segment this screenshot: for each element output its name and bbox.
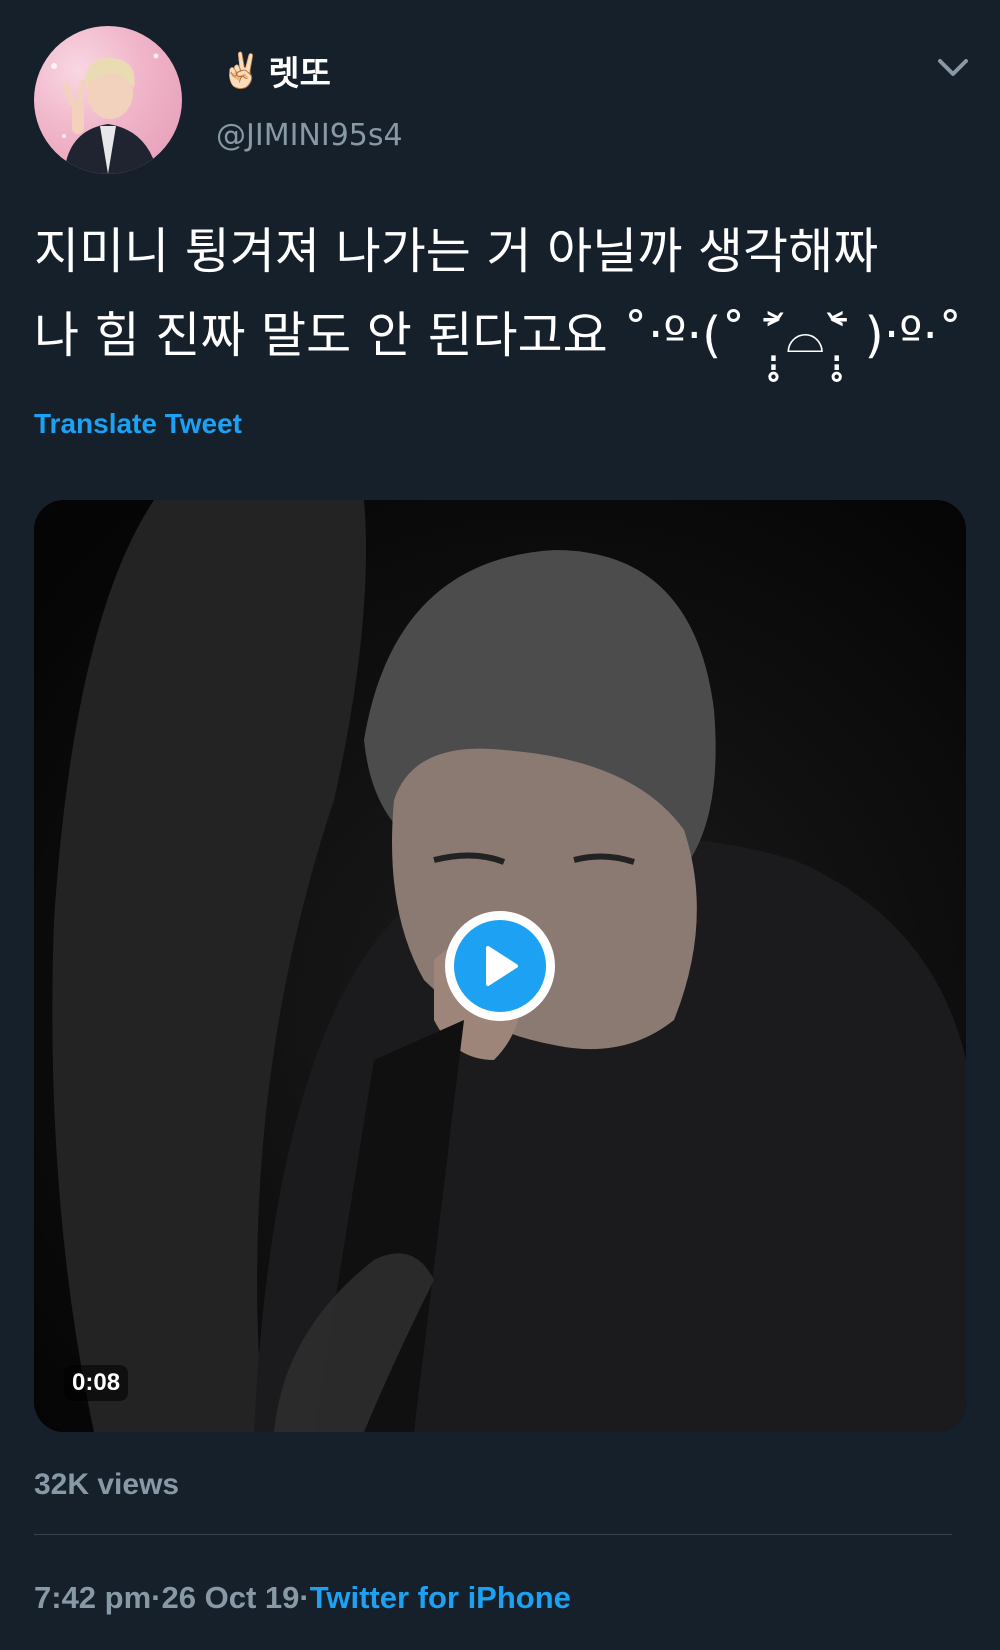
display-name[interactable]: ✌🏻 렛또 [220,46,331,95]
tweet-date[interactable]: 26 Oct 19 [162,1580,300,1616]
chevron-down-icon[interactable] [934,52,972,82]
display-name-text: 렛또 [268,54,331,94]
meta-separator-2: · [299,1580,310,1615]
divider [34,1534,952,1535]
avatar[interactable] [34,26,182,174]
play-icon [486,946,518,986]
video-player[interactable]: 0:08 [34,500,966,1432]
avatar-image [51,53,159,174]
view-count: 32K views [34,1468,180,1501]
video-duration: 0:08 [64,1365,129,1401]
tweet-text: 지미니 튕겨져 나가는 거 아닐까 생각해짜 나 힘 진짜 말도 안 된다고요 … [34,223,963,364]
tweet-source-link[interactable]: Twitter for iPhone [310,1580,571,1616]
tweet-time[interactable]: 7:42 pm [34,1580,151,1616]
user-handle[interactable]: @JIMINI95s4 [216,118,403,153]
play-button[interactable] [445,911,555,1021]
meta-separator: · [151,1580,162,1615]
translate-tweet-link[interactable]: Translate Tweet [34,408,242,440]
tweet-metadata: 7:42 pm · 26 Oct 19 · Twitter for iPhone [34,1580,571,1616]
play-button-inner [454,920,546,1012]
victory-hand-emoji: ✌🏻 [220,50,263,91]
